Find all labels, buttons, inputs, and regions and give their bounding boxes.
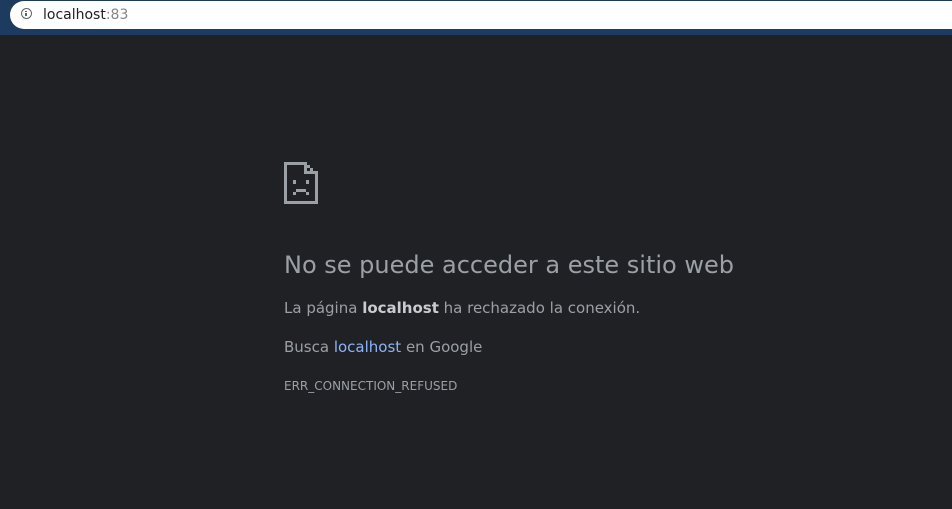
- search-suffix: en Google: [401, 338, 483, 356]
- refused-suffix: ha rechazado la conexión.: [438, 299, 641, 317]
- sad-document-icon: [284, 162, 318, 204]
- url-text[interactable]: localhost:83: [43, 6, 128, 24]
- refused-prefix: La página: [284, 299, 363, 317]
- address-bar[interactable]: localhost:83: [10, 1, 952, 29]
- error-heading: No se puede acceder a este sitio web: [284, 251, 734, 279]
- search-google-link[interactable]: localhost: [334, 338, 401, 356]
- search-prefix: Busca: [284, 338, 334, 356]
- error-code: ERR_CONNECTION_REFUSED: [284, 379, 458, 393]
- refused-message: La página localhost ha rechazado la cone…: [284, 298, 640, 318]
- refused-host: localhost: [362, 299, 439, 317]
- url-port: :83: [105, 7, 129, 23]
- browser-toolbar: localhost:83: [0, 0, 952, 35]
- search-suggestion: Busca localhost en Google: [284, 337, 482, 357]
- url-host: localhost: [43, 7, 106, 23]
- info-icon[interactable]: [21, 8, 32, 19]
